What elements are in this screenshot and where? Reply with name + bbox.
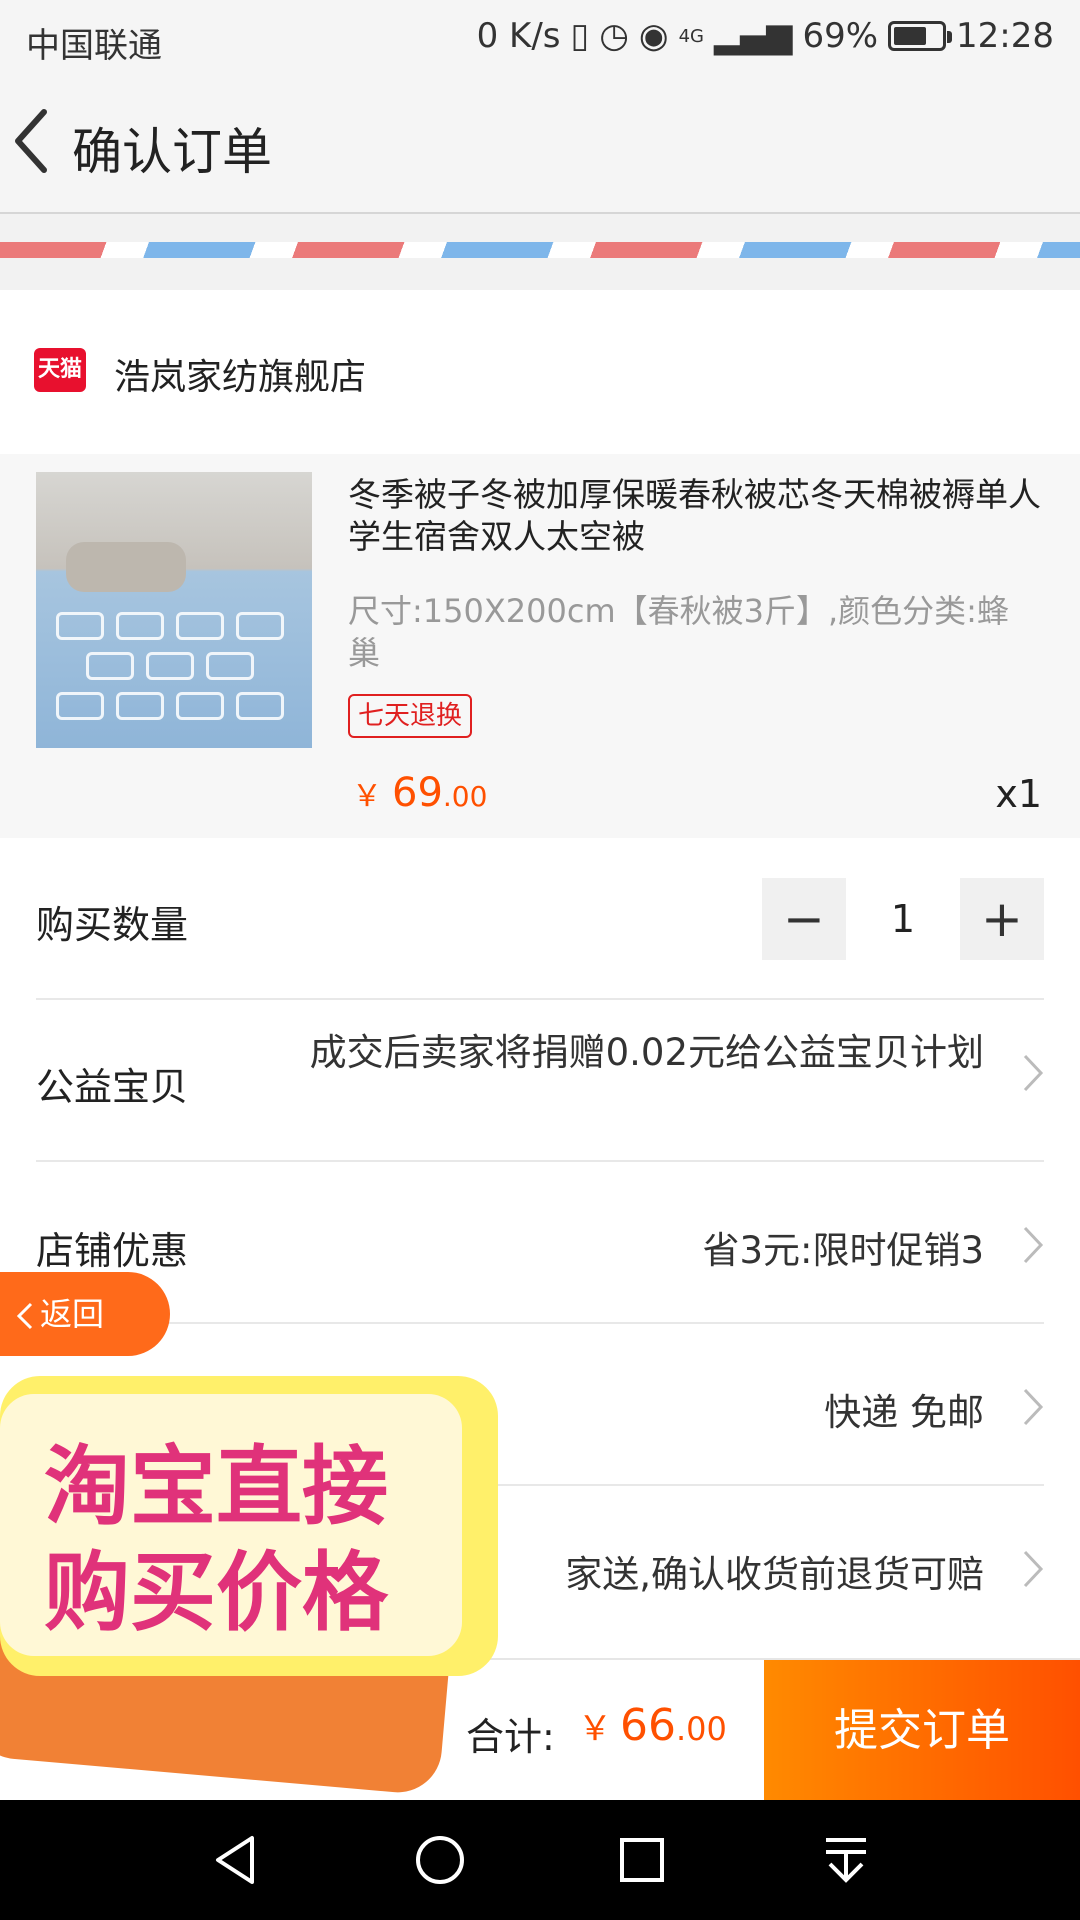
decrease-button[interactable]: − bbox=[762, 878, 846, 960]
shop-name[interactable]: 浩岚家纺旗舰店 bbox=[114, 348, 366, 400]
tmall-logo: 天猫 bbox=[34, 348, 86, 392]
charity-label: 公益宝贝 bbox=[36, 1065, 189, 1109]
total-decimal: .00 bbox=[676, 1710, 727, 1748]
return-button[interactable]: 返回 bbox=[0, 1272, 170, 1356]
increase-button[interactable]: + bbox=[960, 878, 1044, 960]
discount-row[interactable]: 店铺优惠 省3元:限时促销3 bbox=[36, 1162, 1044, 1324]
chevron-right-icon bbox=[1022, 1050, 1044, 1104]
promo-text: 淘宝直接购买价格 bbox=[44, 1437, 388, 1643]
back-chevron-icon[interactable] bbox=[10, 106, 70, 182]
return-label: 返回 bbox=[40, 1295, 105, 1333]
discount-value: 省3元:限时促销3 bbox=[702, 1229, 984, 1272]
chevron-right-icon bbox=[1022, 1546, 1044, 1600]
carrier-label: 中国联通 bbox=[26, 26, 162, 66]
product-spec: 尺寸:150X200cm【春秋被3斤】,颜色分类:蜂巢 bbox=[348, 592, 1009, 672]
quantity-stepper: − 1 + bbox=[762, 878, 1044, 960]
network-type: 4G bbox=[678, 25, 704, 47]
total-currency: ￥ bbox=[578, 1709, 612, 1749]
total-price: ￥ 66.00 bbox=[578, 1700, 727, 1751]
product-quantity: x1 bbox=[995, 772, 1042, 816]
eye-icon: ◉ bbox=[638, 16, 669, 56]
status-icons: 0 K/s ▯ ◷ ◉ 4G ▂▄▆ 69% 12:28 bbox=[477, 16, 1054, 56]
vibrate-icon: ▯ bbox=[570, 16, 590, 56]
nav-bar: 确认订单 bbox=[0, 76, 1080, 214]
price-decimal: .00 bbox=[442, 780, 488, 813]
promo-sticker: 淘宝直接购买价格 bbox=[0, 1376, 500, 1806]
return-policy-badge: 七天退换 bbox=[348, 694, 473, 738]
price-integer: 69 bbox=[392, 770, 443, 816]
insurance-value: 家送,确认收货前退货可赔 bbox=[565, 1553, 984, 1596]
shop-header[interactable]: 天猫 浩岚家纺旗舰店 bbox=[0, 290, 1080, 454]
alarm-icon: ◷ bbox=[599, 16, 629, 56]
submit-order-button[interactable]: 提交订单 bbox=[764, 1660, 1080, 1802]
network-speed: 0 K/s bbox=[476, 16, 561, 56]
battery-icon bbox=[888, 21, 953, 51]
back-triangle-icon[interactable] bbox=[206, 1830, 266, 1890]
status-bar: 中国联通 0 K/s ▯ ◷ ◉ 4G ▂▄▆ 69% 12:28 bbox=[0, 0, 1080, 76]
recents-square-icon[interactable] bbox=[612, 1830, 672, 1890]
product-title: 冬季被子冬被加厚保暖春秋被芯冬天棉被褥单人学生宿舍双人太空被 bbox=[348, 475, 1041, 556]
discount-label: 店铺优惠 bbox=[36, 1229, 189, 1273]
clock: 12:28 bbox=[956, 16, 1054, 56]
product-thumbnail[interactable] bbox=[36, 472, 312, 748]
system-nav-bar bbox=[0, 1800, 1080, 1920]
charity-value: 成交后卖家将捐赠0.02元给公益宝贝计划 bbox=[309, 1031, 984, 1074]
notification-pulldown-icon[interactable] bbox=[816, 1830, 876, 1890]
home-circle-icon[interactable] bbox=[410, 1830, 470, 1890]
total-integer: 66 bbox=[620, 1700, 676, 1751]
shipping-value: 快递 免邮 bbox=[824, 1391, 984, 1434]
quantity-row: 购买数量 − 1 + bbox=[36, 838, 1044, 1000]
price-currency: ￥ bbox=[352, 779, 382, 814]
signal-icon: ▂▄▆ bbox=[713, 16, 793, 56]
page-title: 确认订单 bbox=[72, 123, 272, 181]
chevron-right-icon bbox=[1022, 1222, 1044, 1276]
product-price: ￥ 69.00 bbox=[352, 770, 487, 816]
quantity-value[interactable]: 1 bbox=[846, 897, 960, 941]
product-item[interactable]: 冬季被子冬被加厚保暖春秋被芯冬天棉被褥单人学生宿舍双人太空被 尺寸:150X20… bbox=[0, 454, 1080, 838]
address-stripe bbox=[0, 242, 1080, 258]
chevron-left-icon bbox=[16, 1302, 33, 1330]
charity-row[interactable]: 公益宝贝 成交后卖家将捐赠0.02元给公益宝贝计划 bbox=[36, 1000, 1044, 1162]
battery-percent: 69% bbox=[802, 16, 879, 56]
quantity-label: 购买数量 bbox=[36, 903, 189, 947]
chevron-right-icon bbox=[1022, 1384, 1044, 1438]
